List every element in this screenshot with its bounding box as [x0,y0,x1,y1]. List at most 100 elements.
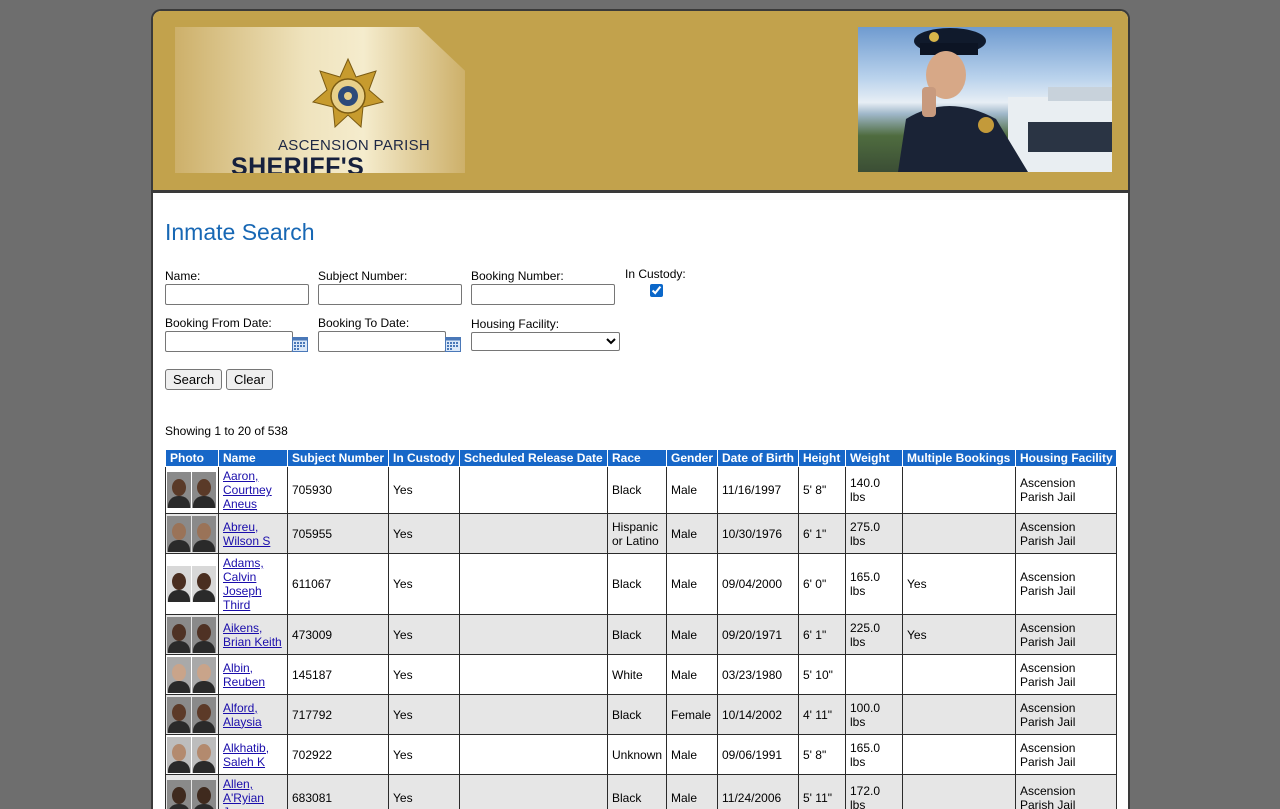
dob-cell: 09/20/1971 [718,615,799,655]
dob-cell: 03/23/1980 [718,655,799,695]
column-header[interactable]: Photo [166,450,219,467]
booking-number-input[interactable] [471,284,615,305]
in-custody-cell: Yes [389,655,460,695]
table-row: Alkhatib, Saleh K 702922 Yes Unknown Mal… [166,735,1117,775]
photo-cell [166,775,219,809]
weight-cell: 165.0 lbs [846,735,903,775]
clear-button[interactable]: Clear [226,369,273,390]
column-header[interactable]: Housing Facility [1016,450,1117,467]
booking-from-date-label: Booking From Date: [165,316,293,330]
height-cell: 6' 1" [799,514,846,554]
height-cell: 5' 8" [799,467,846,514]
inmate-name-link[interactable]: Abreu, Wilson S [223,520,270,548]
release-date-cell [460,775,608,809]
name-cell: Abreu, Wilson S [219,514,288,554]
name-cell: Alford, Alaysia [219,695,288,735]
column-header[interactable]: Multiple Bookings [903,450,1016,467]
main-content: Inmate Search Name: Subject Number: Book… [153,193,1128,809]
page-title: Inmate Search [165,219,1116,259]
inmate-name-link[interactable]: Albin, Reuben [223,661,265,689]
in-custody-field-group: In Custody: [625,267,686,300]
search-button[interactable]: Search [165,369,222,390]
column-header[interactable]: Date of Birth [718,450,799,467]
inmate-name-link[interactable]: Allen, A'Ryian Jace [223,777,264,809]
weight-cell [846,655,903,695]
in-custody-cell: Yes [389,735,460,775]
gender-cell: Male [667,655,718,695]
column-header[interactable]: In Custody [389,450,460,467]
booking-from-date-field-group: Booking From Date: [165,316,293,352]
housing-facility-cell: Ascension Parish Jail [1016,554,1117,615]
search-form: Name: Subject Number: Booking Number: In… [165,269,1116,449]
name-cell: Aikens, Brian Keith [219,615,288,655]
name-input[interactable] [165,284,309,305]
agency-name-line1: ASCENSION PARISH [278,137,430,154]
housing-facility-select[interactable] [471,332,620,351]
gender-cell: Male [667,467,718,514]
release-date-cell [460,615,608,655]
name-cell: Albin, Reuben [219,655,288,695]
subject-number-cell: 683081 [288,775,389,809]
weight-cell: 100.0 lbs [846,695,903,735]
race-cell: Hispanic or Latino [608,514,667,554]
inmate-name-link[interactable]: Aikens, Brian Keith [223,621,282,649]
booking-to-date-input[interactable] [318,331,446,352]
subject-number-cell: 611067 [288,554,389,615]
calendar-icon[interactable] [292,337,308,352]
height-cell: 6' 0" [799,554,846,615]
release-date-cell [460,467,608,514]
column-header[interactable]: Scheduled Release Date [460,450,608,467]
table-row: Allen, A'Ryian Jace 683081 Yes Black Mal… [166,775,1117,809]
mugshot-image[interactable] [167,780,217,809]
table-row: Alford, Alaysia 717792 Yes Black Female … [166,695,1117,735]
release-date-cell [460,514,608,554]
race-cell: Black [608,554,667,615]
inmate-results-table: Photo Name Subject Number In Custody Sch… [165,449,1117,809]
race-cell: Black [608,695,667,735]
calendar-icon[interactable] [445,337,461,352]
booking-to-date-field-group: Booking To Date: [318,316,446,352]
column-header[interactable]: Name [219,450,288,467]
in-custody-checkbox[interactable] [650,284,663,297]
subject-number-input[interactable] [318,284,462,305]
multiple-bookings-cell: Yes [903,554,1016,615]
in-custody-cell: Yes [389,514,460,554]
dob-cell: 09/04/2000 [718,554,799,615]
release-date-cell [460,655,608,695]
race-cell: Black [608,775,667,809]
inmate-name-link[interactable]: Aaron, Courtney Aneus [223,469,272,511]
officer-photo [858,27,1112,172]
gender-cell: Male [667,615,718,655]
column-header[interactable]: Weight [846,450,903,467]
mugshot-image[interactable] [167,737,217,773]
table-row: Aaron, Courtney Aneus 705930 Yes Black M… [166,467,1117,514]
photo-cell [166,554,219,615]
subject-number-cell: 473009 [288,615,389,655]
inmate-name-link[interactable]: Adams, Calvin Joseph Third [223,556,264,612]
photo-cell [166,655,219,695]
mugshot-image[interactable] [167,566,217,602]
table-row: Aikens, Brian Keith 473009 Yes Black Mal… [166,615,1117,655]
inmate-name-link[interactable]: Alkhatib, Saleh K [223,741,269,769]
booking-from-date-input[interactable] [165,331,293,352]
photo-cell [166,467,219,514]
mugshot-image[interactable] [167,516,217,552]
weight-cell: 275.0 lbs [846,514,903,554]
table-row: Albin, Reuben 145187 Yes White Male 03/2… [166,655,1117,695]
mugshot-image[interactable] [167,657,217,693]
column-header[interactable]: Subject Number [288,450,389,467]
column-header[interactable]: Height [799,450,846,467]
in-custody-label: In Custody: [625,267,686,281]
mugshot-image[interactable] [167,617,217,653]
column-header[interactable]: Race [608,450,667,467]
in-custody-cell: Yes [389,554,460,615]
mugshot-image[interactable] [167,472,217,508]
housing-facility-cell: Ascension Parish Jail [1016,735,1117,775]
agency-logo[interactable]: ASCENSION PARISH SHERIFF'S OFFICE [175,27,465,173]
inmate-name-link[interactable]: Alford, Alaysia [223,701,262,729]
subject-number-label: Subject Number: [318,269,462,283]
column-header[interactable]: Gender [667,450,718,467]
booking-number-label: Booking Number: [471,269,615,283]
photo-cell [166,695,219,735]
mugshot-image[interactable] [167,697,217,733]
